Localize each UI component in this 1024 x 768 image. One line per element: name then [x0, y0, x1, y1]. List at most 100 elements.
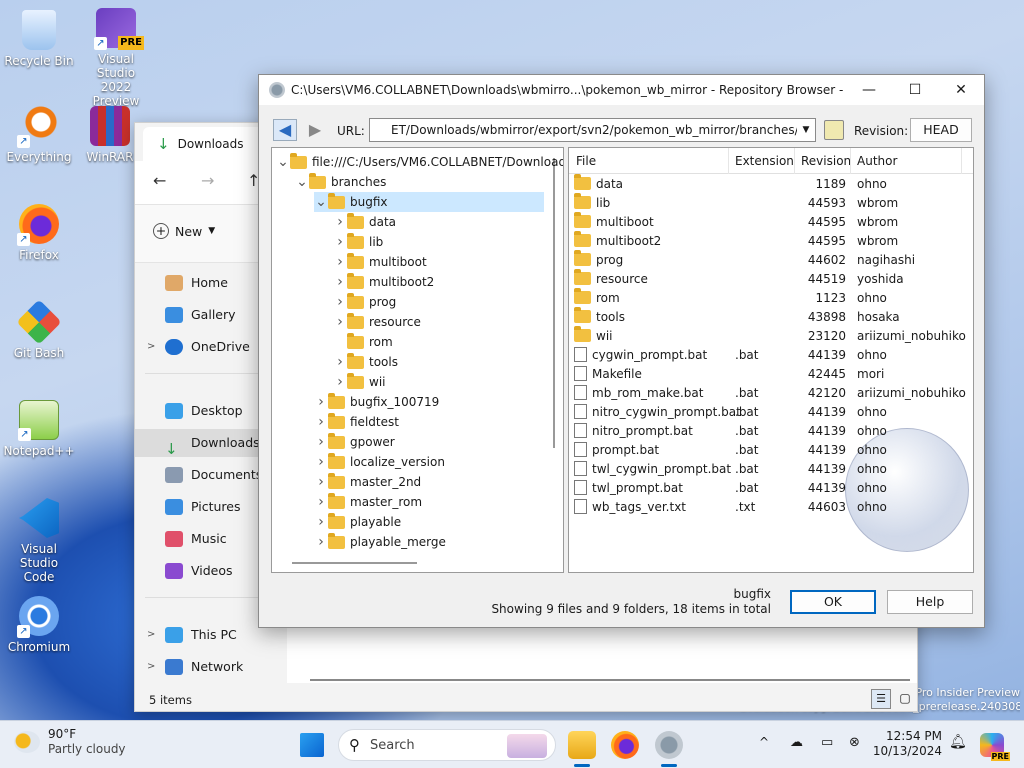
- dialog-titlebar[interactable]: C:\Users\VM6.COLLABNET\Downloads\wbmirro…: [259, 75, 984, 105]
- desktop-icon-everything[interactable]: ↗ Everything: [3, 106, 75, 164]
- desktop-icon-visual-studio[interactable]: PRE ↗ Visual Studio 2022 Preview: [80, 8, 152, 108]
- desktop-icon-firefox[interactable]: ↗ Firefox: [3, 204, 75, 262]
- back-button[interactable]: ◀: [273, 119, 297, 141]
- chevron-right-icon[interactable]: ›: [314, 492, 328, 512]
- file-row[interactable]: nitro_prompt.bat .bat 44139 ohno: [569, 422, 973, 441]
- file-row[interactable]: data 1189 ohno: [569, 174, 973, 194]
- file-row[interactable]: cygwin_prompt.bat .bat 44139 ohno: [569, 346, 973, 365]
- start-button[interactable]: [300, 733, 324, 757]
- tree-node[interactable]: ⌄ branches: [295, 172, 386, 192]
- file-row[interactable]: multiboot2 44595 wbrom: [569, 231, 973, 251]
- desktop-icon-notepad-plus[interactable]: ↗ Notepad++: [3, 400, 75, 458]
- copilot-icon[interactable]: PRE: [980, 733, 1010, 761]
- file-row[interactable]: lib 44593 wbrom: [569, 193, 973, 213]
- tree-node[interactable]: › multiboot2: [333, 272, 434, 292]
- tree-node[interactable]: ⌄ bugfix: [314, 192, 544, 212]
- file-row[interactable]: Makefile 42445 mori: [569, 365, 973, 384]
- tree-hscroll[interactable]: [292, 562, 417, 564]
- chevron-right-icon[interactable]: ›: [333, 352, 347, 372]
- desktop-icon-recycle-bin[interactable]: Recycle Bin: [3, 10, 75, 68]
- tortoisesvn-taskbar-icon[interactable]: [655, 731, 683, 759]
- file-row[interactable]: wii 23120 ariizumi_nobuhiko: [569, 326, 973, 346]
- tree-node[interactable]: › bugfix_100719: [314, 392, 439, 412]
- nav-item-desktop[interactable]: Desktop: [165, 397, 243, 425]
- tiles-view-icon[interactable]: ▢: [895, 689, 915, 709]
- file-row[interactable]: prompt.bat .bat 44139 ohno: [569, 441, 973, 460]
- tree-node[interactable]: › prog: [333, 292, 396, 312]
- tree-node[interactable]: rom: [333, 332, 393, 352]
- column-header-file[interactable]: File: [576, 154, 596, 168]
- chevron-right-icon[interactable]: ›: [314, 512, 328, 532]
- desktop-icon-git-bash[interactable]: Git Bash: [3, 299, 75, 360]
- chevron-down-icon[interactable]: ⌄: [314, 192, 328, 212]
- chevron-down-icon[interactable]: ▼: [797, 125, 815, 135]
- chevron-down-icon[interactable]: ⌄: [276, 152, 290, 172]
- explorer-tab[interactable]: ↓ Downloads: [143, 127, 273, 161]
- chevron-right-icon[interactable]: ›: [333, 212, 347, 232]
- tree-node[interactable]: › multiboot: [333, 252, 427, 272]
- help-button[interactable]: Help: [887, 590, 973, 614]
- nav-item-this-pc[interactable]: > This PC: [147, 621, 237, 649]
- nav-item-pictures[interactable]: Pictures: [165, 493, 241, 521]
- nav-item-music[interactable]: Music: [165, 525, 227, 553]
- chevron-right-icon[interactable]: ›: [314, 532, 328, 552]
- back-icon[interactable]: ←: [153, 171, 166, 190]
- minimize-button[interactable]: —: [846, 75, 892, 105]
- tree-node[interactable]: › gpower: [314, 432, 395, 452]
- tree-node[interactable]: › localize_version: [314, 452, 445, 472]
- file-row[interactable]: rom 1123 ohno: [569, 288, 973, 308]
- chevron-right-icon[interactable]: ›: [314, 432, 328, 452]
- tree-node[interactable]: › playable_merge: [314, 532, 446, 552]
- clock[interactable]: 12:54 PM 10/13/2024: [868, 729, 942, 759]
- chevron-right-icon[interactable]: ›: [333, 252, 347, 272]
- tree-node[interactable]: › tools: [333, 352, 398, 372]
- firefox-taskbar-icon[interactable]: [611, 731, 639, 759]
- tree-vscroll[interactable]: [553, 158, 555, 448]
- chevron-right-icon[interactable]: ›: [314, 452, 328, 472]
- chevron-right-icon[interactable]: ›: [333, 272, 347, 292]
- file-row[interactable]: twl_prompt.bat .bat 44139 ohno: [569, 479, 973, 498]
- display-icon[interactable]: ▭: [821, 735, 833, 750]
- chevron-right-icon[interactable]: ›: [314, 412, 328, 432]
- tree-node[interactable]: › wii: [333, 372, 385, 392]
- explorer-hscroll[interactable]: [310, 679, 910, 681]
- chevron-right-icon[interactable]: ›: [314, 472, 328, 492]
- file-row[interactable]: resource 44519 yoshida: [569, 269, 973, 289]
- chevron-right-icon[interactable]: ›: [333, 292, 347, 312]
- chevron-right-icon[interactable]: ›: [333, 312, 347, 332]
- nav-item-gallery[interactable]: Gallery: [165, 301, 236, 329]
- tree-node[interactable]: › master_2nd: [314, 472, 421, 492]
- revision-button[interactable]: HEAD: [910, 118, 972, 142]
- ok-button[interactable]: OK: [790, 590, 876, 614]
- tree-node[interactable]: › playable: [314, 512, 401, 532]
- column-header-extension[interactable]: Extension: [735, 154, 794, 168]
- network-status-icon[interactable]: ☁: [790, 735, 803, 750]
- chevron-right-icon[interactable]: ›: [314, 392, 328, 412]
- desktop-icon-chromium[interactable]: ↗ Chromium: [3, 596, 75, 654]
- url-input[interactable]: ET/Downloads/wbmirror/export/svn2/pokemo…: [370, 123, 797, 137]
- tree-node[interactable]: › master_rom: [314, 492, 422, 512]
- nav-item-videos[interactable]: Videos: [165, 557, 233, 585]
- chevron-right-icon[interactable]: ›: [333, 232, 347, 252]
- file-row[interactable]: multiboot 44595 wbrom: [569, 212, 973, 232]
- file-row[interactable]: nitro_cygwin_prompt.bat .bat 44139 ohno: [569, 403, 973, 422]
- nav-item-onedrive[interactable]: > OneDrive: [147, 333, 250, 361]
- tree-node[interactable]: › lib: [333, 232, 383, 252]
- file-row[interactable]: mb_rom_make.bat .bat 42120 ariizumi_nobuhik…: [569, 384, 973, 403]
- tree-node[interactable]: › fieldtest: [314, 412, 399, 432]
- file-explorer-taskbar-icon[interactable]: [568, 731, 596, 759]
- weather-widget[interactable]: 90°F Partly cloudy: [14, 727, 126, 757]
- tree-node[interactable]: ⌄ file:///C:/Users/VM6.COLLABNET/Download: [276, 152, 563, 172]
- column-header-revision[interactable]: Revision: [801, 154, 851, 168]
- new-button[interactable]: + New ▼: [153, 223, 215, 239]
- details-view-icon[interactable]: ☰: [871, 689, 891, 709]
- file-row[interactable]: prog 44602 nagihashi: [569, 250, 973, 270]
- chevron-down-icon[interactable]: ⌄: [295, 172, 309, 192]
- close-button[interactable]: ✕: [938, 75, 984, 105]
- column-header-author[interactable]: Author: [857, 154, 897, 168]
- desktop-icon-winrar[interactable]: WinRAR: [80, 106, 140, 164]
- file-row[interactable]: tools 43898 hosaka: [569, 307, 973, 327]
- maximize-button[interactable]: ☐: [892, 75, 938, 105]
- tree-node[interactable]: › data: [333, 212, 396, 232]
- nav-item-network[interactable]: > Network: [147, 653, 243, 681]
